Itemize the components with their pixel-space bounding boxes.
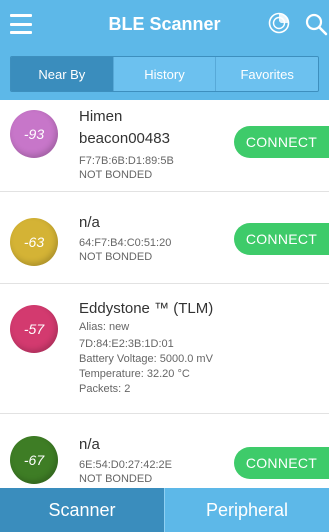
search-icon[interactable] [304,12,328,36]
device-name: Eddystone ™ (TLM) [79,300,214,317]
app-title: BLE Scanner [108,13,221,34]
tab-history[interactable]: History [112,57,216,91]
radar-icon[interactable] [268,12,290,34]
device-mac: 7D:84:E2:3B:1D:01 [79,338,174,350]
device-mac: 6E:54:D0:27:42:2E [79,459,172,471]
tab-near-by[interactable]: Near By [11,57,113,91]
device-name: n/a [79,436,100,453]
device-info: Himen beacon00483 F7:7B:6B:D1:89:5B NOT … [79,106,229,182]
bottom-nav: Scanner Peripheral [0,488,329,532]
connect-button[interactable]: CONNECT [234,447,329,479]
device-info: n/a 6E:54:D0:27:42:2E NOT BONDED [79,434,229,486]
segmented-tabs: Near By History Favorites [10,56,319,92]
bottom-tab-peripheral[interactable]: Peripheral [164,488,329,532]
battery-voltage: Battery Voltage: 5000.0 mV [79,353,213,365]
device-mac: 64:F7:B4:C0:51:20 [79,237,172,249]
rssi-badge: -67 [10,436,58,484]
bond-status: NOT BONDED [79,251,153,263]
device-name: n/a [79,214,100,231]
temperature: Temperature: 32.20 °C [79,368,190,380]
device-info: n/a 64:F7:B4:C0:51:20 NOT BONDED [79,212,229,264]
packets: Packets: 2 [79,383,131,395]
rssi-badge: -63 [10,218,58,266]
device-list[interactable]: -93 Himen beacon00483 F7:7B:6B:D1:89:5B … [0,100,329,488]
tab-bar: Near By History Favorites [0,48,329,100]
connect-button[interactable]: CONNECT [234,126,329,158]
device-name-line2: beacon00483 [79,130,170,147]
rssi-badge: -93 [10,110,58,158]
bottom-tab-scanner[interactable]: Scanner [0,488,164,532]
device-row[interactable]: -93 Himen beacon00483 F7:7B:6B:D1:89:5B … [0,100,329,192]
device-row[interactable]: -57 Eddystone ™ (TLM) Alias: new 7D:84:E… [0,284,329,414]
bond-status: NOT BONDED [79,473,153,485]
app-bar: BLE Scanner [0,0,329,48]
device-alias: Alias: new [79,321,130,333]
tab-favorites[interactable]: Favorites [215,57,318,91]
rssi-badge: -57 [10,305,58,353]
device-mac: F7:7B:6B:D1:89:5B [79,155,174,167]
bond-status: NOT BONDED [79,169,153,181]
device-row[interactable]: -63 n/a 64:F7:B4:C0:51:20 NOT BONDED CON… [0,192,329,284]
connect-button[interactable]: CONNECT [234,223,329,255]
hamburger-menu-icon[interactable] [10,14,32,34]
device-info: Eddystone ™ (TLM) Alias: new 7D:84:E2:3B… [79,298,319,396]
device-row[interactable]: -67 n/a 6E:54:D0:27:42:2E NOT BONDED CON… [0,414,329,488]
device-name: Himen [79,108,123,125]
